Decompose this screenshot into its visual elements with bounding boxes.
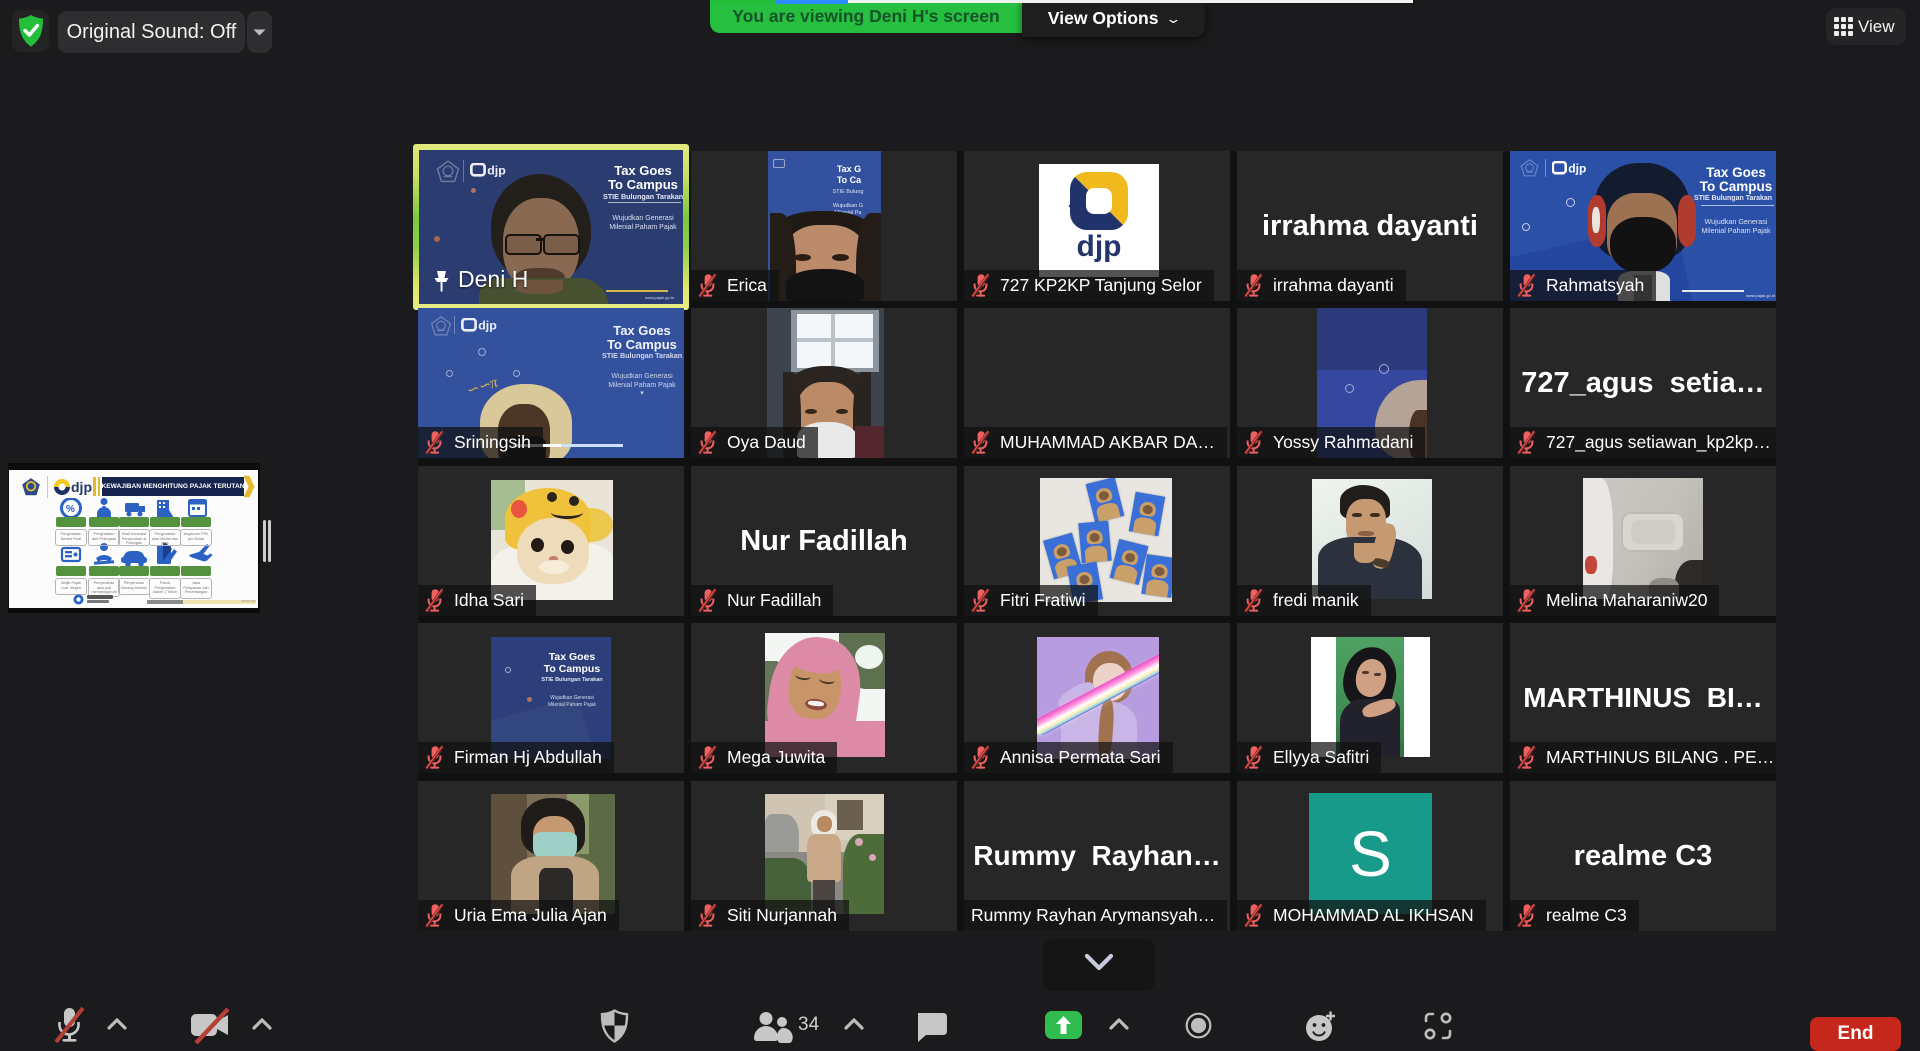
svg-text:%: % — [66, 504, 75, 515]
